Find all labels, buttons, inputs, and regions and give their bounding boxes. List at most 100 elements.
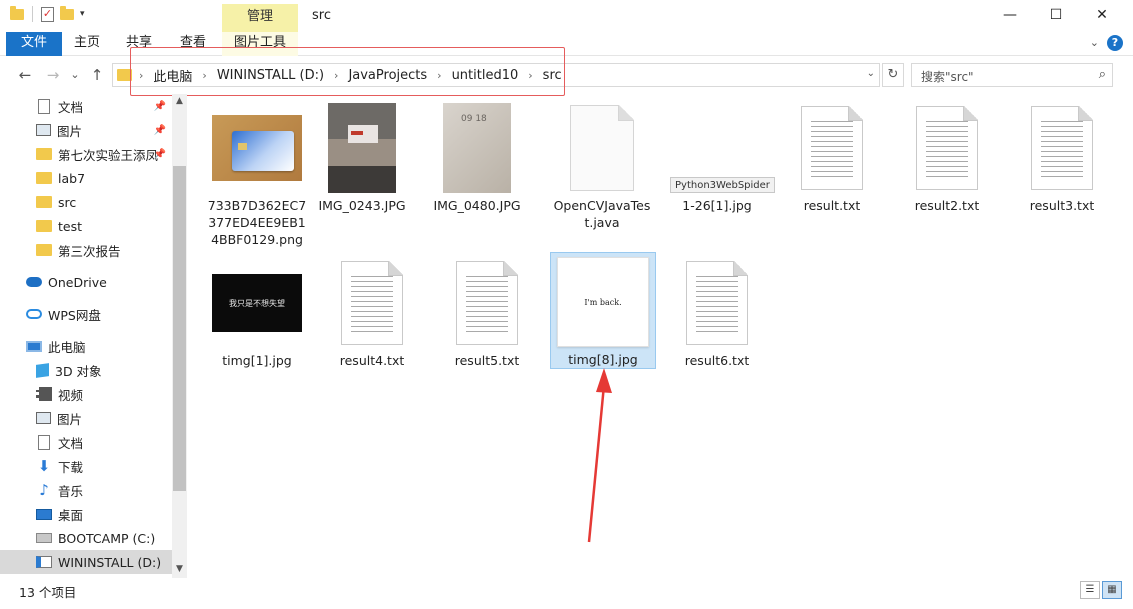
divider	[32, 6, 33, 22]
pin-icon[interactable]: 📌	[154, 101, 166, 112]
file-thumbnail: 09 18	[424, 99, 530, 197]
chevron-down-icon[interactable]: ⌄	[867, 68, 875, 79]
folder-icon[interactable]	[10, 5, 24, 20]
collapse-ribbon-icon[interactable]: ⌄	[1090, 36, 1099, 49]
file-thumbnail	[549, 99, 655, 197]
sidebar-item-label: 音乐	[58, 483, 84, 499]
sidebar-item[interactable]: OneDrive	[0, 270, 172, 294]
sidebar-item-label: src	[58, 194, 77, 210]
sidebar-item[interactable]: 桌面	[0, 502, 172, 526]
sidebar-item[interactable]: 此电脑	[0, 334, 172, 358]
breadcrumb-src[interactable]: src	[543, 68, 562, 83]
breadcrumb-untitled10[interactable]: untitled10	[452, 68, 519, 83]
text-file-icon	[916, 106, 978, 190]
file-item[interactable]: 我只是不想失望 timg[1].jpg	[204, 254, 310, 369]
file-item[interactable]: IMG_0243.JPG	[309, 99, 415, 214]
customize-toolbar-icon[interactable]: ▾	[80, 9, 85, 19]
file-name: IMG_0480.JPG	[433, 198, 521, 213]
sidebar-item[interactable]: 文档	[0, 430, 172, 454]
text-file-icon	[456, 261, 518, 345]
tab-home[interactable]: 主页	[66, 32, 108, 56]
sidebar-item[interactable]: 视频	[0, 382, 172, 406]
file-item[interactable]: result5.txt	[434, 254, 540, 369]
sidebar-item-label: 第三次报告	[58, 243, 121, 259]
file-item[interactable]: I'm back. timg[8].jpg	[550, 252, 656, 369]
scroll-up-icon[interactable]: ▲	[172, 96, 187, 106]
folder-icon	[36, 220, 52, 232]
chevron-right-icon[interactable]: ›	[139, 69, 143, 82]
sidebar-item[interactable]: WININSTALL (D:)	[0, 550, 172, 574]
title-bar: ✓ ▾ 管理 src — ☐ ✕	[0, 0, 1133, 32]
sidebar-scrollbar[interactable]: ▲ ▼	[172, 94, 187, 578]
tab-file[interactable]: 文件	[6, 32, 62, 56]
new-folder-icon[interactable]	[60, 5, 74, 20]
file-item[interactable]: OpenCVJavaTest.java	[549, 99, 655, 231]
breadcrumb-drive-d[interactable]: WININSTALL (D:)	[217, 68, 324, 83]
scrollbar-thumb[interactable]	[173, 166, 186, 491]
sidebar-item-label: test	[58, 218, 83, 234]
file-item[interactable]: 09 18 IMG_0480.JPG	[424, 99, 530, 214]
file-item[interactable]: result.txt	[779, 99, 885, 214]
search-input[interactable]: 搜索"src" ⌕	[911, 63, 1113, 87]
breadcrumb-javaprojects[interactable]: JavaProjects	[348, 68, 427, 83]
search-icon[interactable]: ⌕	[1099, 67, 1106, 82]
tab-view[interactable]: 查看	[172, 32, 214, 56]
file-item[interactable]: 733B7D362EC7377ED4EE9EB14BBF0129.png	[204, 99, 310, 248]
breadcrumb-this-pc[interactable]: 此电脑	[153, 66, 192, 85]
file-item[interactable]: result4.txt	[319, 254, 425, 369]
sidebar-item[interactable]: 文档 📌	[0, 94, 172, 118]
properties-icon[interactable]: ✓	[41, 6, 54, 22]
image-thumbnail: 09 18	[443, 103, 511, 193]
help-icon[interactable]: ?	[1107, 35, 1123, 51]
sidebar-item[interactable]: 第三次报告	[0, 238, 172, 262]
pin-icon[interactable]: 📌	[154, 125, 166, 136]
up-arrow-icon[interactable]: ↑	[86, 64, 108, 86]
file-item[interactable]: 1-26[1].jpg	[664, 99, 770, 214]
large-icons-view-icon[interactable]: ▦	[1102, 581, 1122, 599]
recent-locations-icon[interactable]: ⌄	[64, 64, 86, 86]
chevron-right-icon[interactable]: ›	[437, 69, 441, 82]
image-thumbnail	[677, 108, 757, 188]
forward-arrow-icon[interactable]: →	[42, 64, 64, 86]
back-arrow-icon[interactable]: ←	[14, 64, 36, 86]
file-name: 733B7D362EC7377ED4EE9EB14BBF0129.png	[207, 198, 307, 247]
sidebar-item[interactable]: ⬇ 下载	[0, 454, 172, 478]
contextual-tab-manage[interactable]: 管理	[222, 4, 298, 32]
file-item[interactable]: result2.txt	[894, 99, 1000, 214]
arrow-head	[596, 368, 612, 393]
refresh-icon[interactable]: ↻	[882, 63, 904, 87]
sidebar-item[interactable]: ♪ 音乐	[0, 478, 172, 502]
chevron-right-icon[interactable]: ›	[334, 69, 338, 82]
close-button[interactable]: ✕	[1079, 0, 1125, 30]
tab-picture-tools[interactable]: 图片工具	[222, 32, 298, 56]
sidebar-item[interactable]: BOOTCAMP (C:)	[0, 526, 172, 550]
tab-share[interactable]: 共享	[118, 32, 160, 56]
file-thumbnail	[664, 254, 770, 352]
file-name: result3.txt	[1029, 198, 1095, 213]
3d-objects-icon	[36, 362, 49, 378]
scroll-down-icon[interactable]: ▼	[172, 564, 187, 574]
address-bar[interactable]: › 此电脑 › WININSTALL (D:) › JavaProjects ›…	[112, 63, 880, 87]
sidebar-item[interactable]: test	[0, 214, 172, 238]
sidebar-item[interactable]: 第七次实验王添凤 📌	[0, 142, 172, 166]
chevron-right-icon[interactable]: ›	[202, 69, 206, 82]
sidebar-item-label: 图片	[57, 411, 83, 427]
details-view-icon[interactable]: ☰	[1080, 581, 1100, 599]
sidebar-item[interactable]: src	[0, 190, 172, 214]
file-item[interactable]: result6.txt	[664, 254, 770, 369]
file-thumbnail: 我只是不想失望	[204, 254, 310, 352]
file-item[interactable]: result3.txt	[1009, 99, 1115, 214]
sidebar-item[interactable]: WPS网盘	[0, 302, 172, 326]
sidebar-item[interactable]: 图片 📌	[0, 118, 172, 142]
sidebar-item[interactable]: 3D 对象	[0, 358, 172, 382]
folder-icon	[36, 172, 52, 184]
sidebar-item-label: 文档	[58, 435, 84, 451]
sidebar-item[interactable]: 图片	[0, 406, 172, 430]
maximize-button[interactable]: ☐	[1033, 0, 1079, 30]
videos-icon	[36, 387, 52, 401]
pin-icon[interactable]: 📌	[154, 149, 166, 160]
sidebar-item[interactable]: lab7	[0, 166, 172, 190]
folder-icon	[117, 69, 132, 81]
chevron-right-icon[interactable]: ›	[528, 69, 532, 82]
minimize-button[interactable]: —	[987, 0, 1033, 30]
